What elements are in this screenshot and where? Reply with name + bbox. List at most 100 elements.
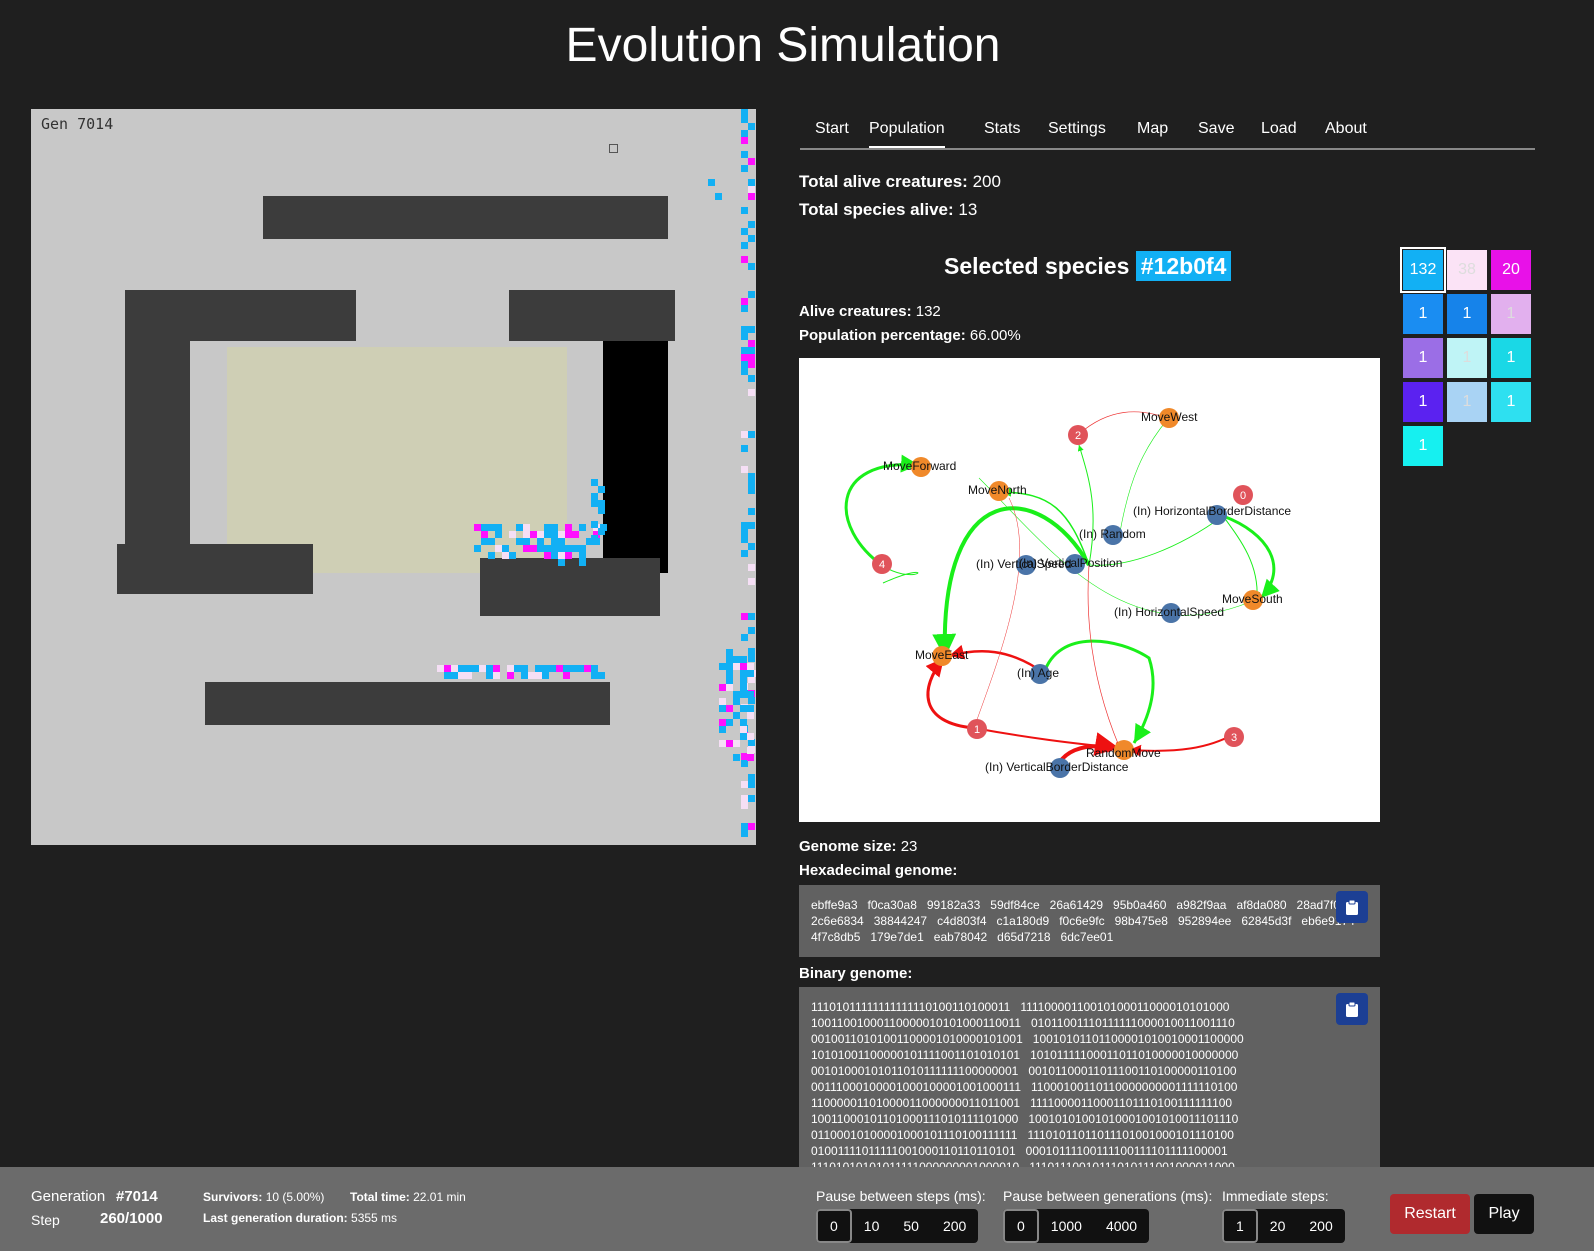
creature [472, 665, 479, 672]
creature [577, 665, 584, 672]
pause-steps-option[interactable]: 200 [931, 1209, 978, 1243]
pause-gens-option[interactable]: 4000 [1094, 1209, 1149, 1243]
species-tile[interactable]: 1 [1447, 382, 1487, 422]
clipboard-icon [1346, 899, 1358, 915]
creature [535, 665, 542, 672]
creature [558, 559, 565, 566]
immediate-steps-option[interactable]: 20 [1258, 1209, 1298, 1243]
creature [514, 665, 521, 672]
copy-binary-button[interactable] [1336, 993, 1368, 1025]
binary-genome-box[interactable]: 11101011111111111110100110100011 1111000… [799, 987, 1380, 1167]
footer-bar: Generation #7014 Step 260/1000 Survivors… [0, 1167, 1594, 1251]
species-tile[interactable]: 1 [1447, 294, 1487, 334]
creature [509, 531, 516, 538]
tab-save[interactable]: Save [1198, 120, 1234, 138]
species-tile[interactable]: 132 [1400, 247, 1446, 293]
world-map[interactable]: Gen 7014 [31, 109, 756, 845]
creature [748, 473, 755, 480]
immediate-steps-option[interactable]: 200 [1297, 1209, 1344, 1243]
tab-population[interactable]: Population [869, 120, 945, 148]
creature [748, 347, 755, 354]
creature [598, 500, 605, 507]
species-tile[interactable]: 1 [1491, 338, 1531, 378]
play-button[interactable]: Play [1474, 1194, 1534, 1234]
pause-steps-option[interactable]: 50 [891, 1209, 931, 1243]
creature [748, 697, 755, 704]
creature [741, 165, 748, 172]
species-tile[interactable]: 38 [1447, 250, 1487, 290]
wall [509, 290, 675, 341]
creature [741, 333, 748, 340]
genome-size: Genome size: 23 [799, 838, 917, 855]
last-gen-duration: Last generation duration: 5355 ms [203, 1211, 397, 1225]
creature [719, 698, 726, 705]
species-tile[interactable]: 1 [1403, 338, 1443, 378]
pause-gens-selector: 0 1000 4000 [1003, 1209, 1150, 1243]
tab-start[interactable]: Start [815, 120, 849, 138]
creature [741, 368, 748, 375]
species-tile[interactable]: 1 [1491, 382, 1531, 422]
creature [747, 747, 754, 754]
creature [486, 665, 493, 672]
creature [530, 545, 537, 552]
hex-genome-box[interactable]: ebffe9a3 f0ca30a8 99182a33 59df84ce 26a6… [799, 885, 1380, 957]
creature [741, 256, 748, 263]
species-tile[interactable]: 1 [1403, 382, 1443, 422]
creature [748, 522, 755, 529]
creature [572, 545, 579, 552]
creature [741, 795, 748, 802]
creature [719, 726, 726, 733]
creature [741, 361, 748, 368]
creature [726, 656, 733, 663]
species-tile[interactable]: 1 [1403, 294, 1443, 334]
creature [741, 466, 748, 473]
creature [748, 487, 755, 494]
app-title: Evolution Simulation [565, 19, 1001, 72]
pause-steps-option[interactable]: 0 [816, 1209, 852, 1243]
pause-steps-option[interactable]: 10 [852, 1209, 892, 1243]
label-in-horizontalspeed: (In) HorizontalSpeed [1114, 605, 1224, 619]
creature [558, 531, 565, 538]
tab-about[interactable]: About [1325, 120, 1367, 138]
species-tile[interactable]: 1 [1491, 294, 1531, 334]
creature [488, 538, 495, 545]
neuron-3-label: 3 [1231, 732, 1237, 744]
species-tile[interactable]: 20 [1491, 250, 1531, 290]
wall [117, 544, 313, 594]
creature [741, 536, 748, 543]
creature [748, 235, 755, 242]
immediate-steps-option[interactable]: 1 [1222, 1209, 1258, 1243]
wall-dark [603, 341, 668, 573]
creature [733, 656, 740, 663]
neural-network-graph[interactable]: 0 1 2 3 4 MoveWest MoveForward MoveNorth… [799, 358, 1380, 822]
creature [748, 739, 755, 746]
creature [748, 781, 755, 788]
creature [523, 531, 530, 538]
tab-map[interactable]: Map [1137, 120, 1168, 138]
creature [741, 522, 748, 529]
tab-load[interactable]: Load [1261, 120, 1297, 138]
creature [451, 665, 458, 672]
hex-line: 4f7c8db5 179e7de1 eab78042 d65d7218 6dc7… [811, 930, 1114, 944]
survivors-label: Survivors: [203, 1190, 263, 1204]
species-tile[interactable]: 1 [1447, 338, 1487, 378]
wall [125, 341, 190, 546]
last-gen-label: Last generation duration: [203, 1211, 348, 1225]
binary-line: 00111000100001000100001001000111 1100010… [811, 1080, 1238, 1094]
pause-gens-option[interactable]: 1000 [1039, 1209, 1094, 1243]
tab-settings[interactable]: Settings [1048, 120, 1106, 138]
creature [748, 291, 755, 298]
species-tile[interactable]: 1 [1403, 426, 1443, 466]
copy-hex-button[interactable] [1336, 891, 1368, 923]
tab-stats[interactable]: Stats [984, 120, 1020, 138]
creature [748, 354, 755, 361]
total-alive-value: 200 [972, 172, 1001, 191]
wall [125, 290, 356, 341]
creature [719, 663, 726, 670]
selected-percentage-value: 66.00% [969, 327, 1021, 344]
creature [523, 545, 530, 552]
restart-button[interactable]: Restart [1390, 1194, 1470, 1234]
creature [591, 479, 598, 486]
pause-gens-option[interactable]: 0 [1003, 1209, 1039, 1243]
neuron-4-label: 4 [879, 559, 885, 571]
